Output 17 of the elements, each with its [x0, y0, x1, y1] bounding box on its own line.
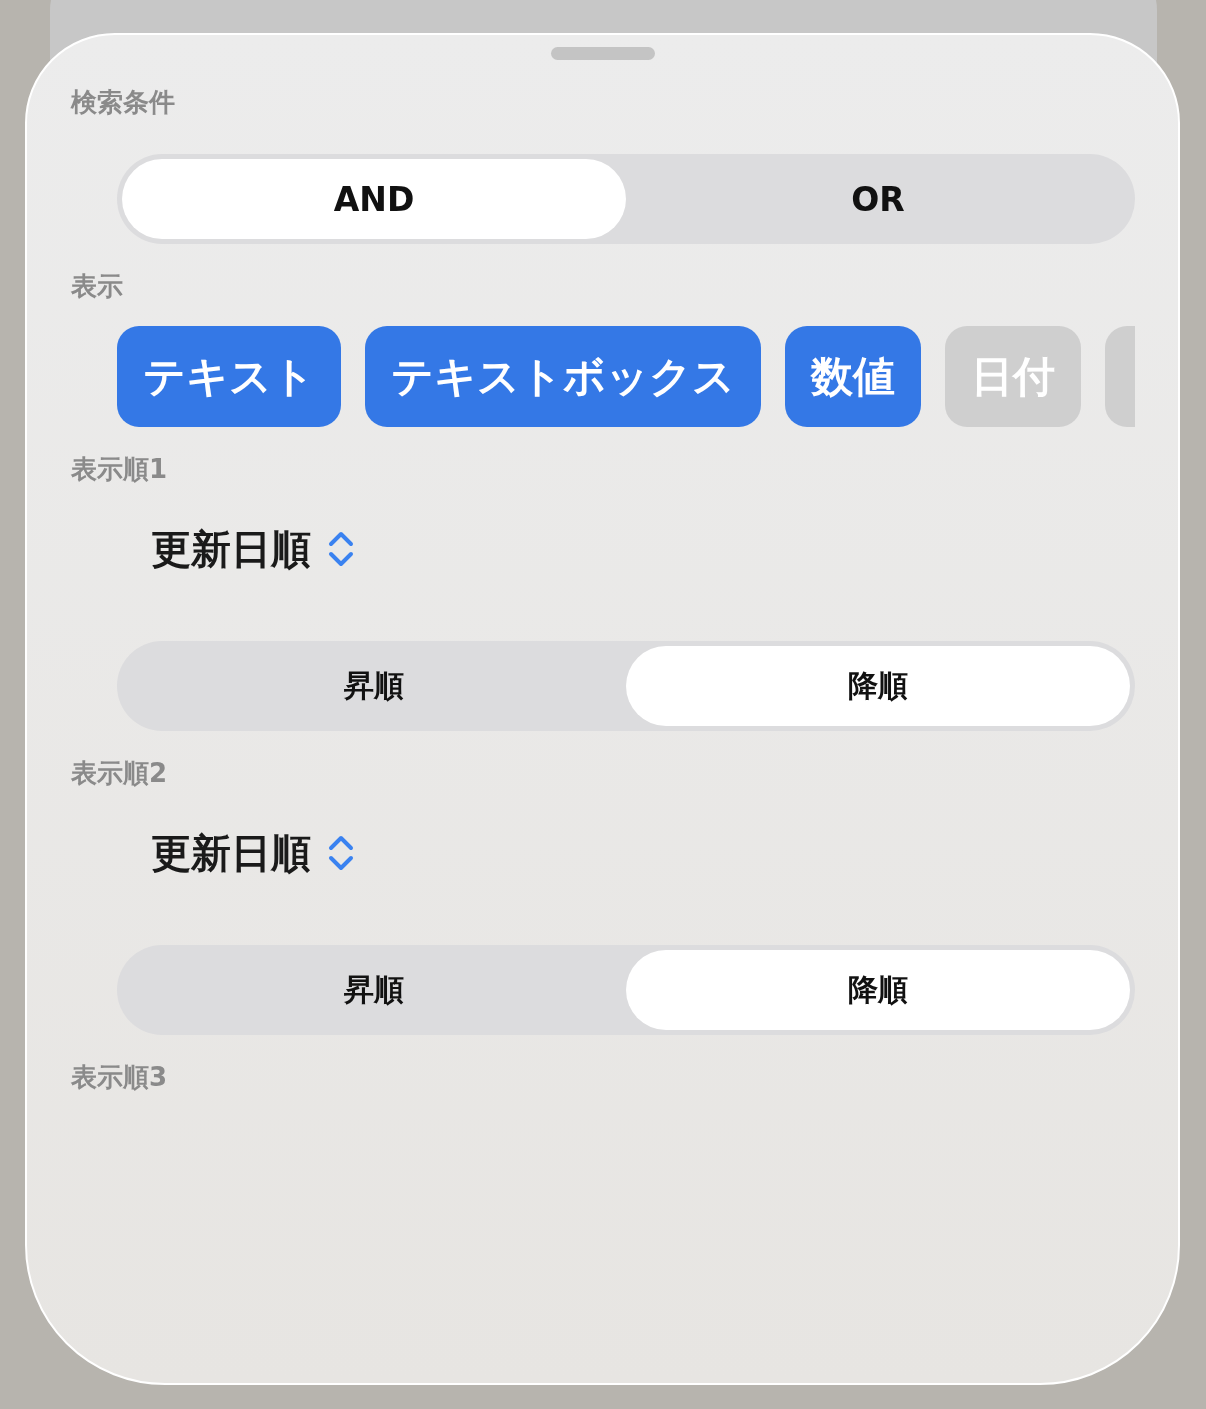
section-label: 表示順2	[71, 757, 169, 790]
segment-option[interactable]: 降順	[626, 646, 1130, 726]
section-label: 表示順1	[71, 453, 169, 486]
segment-option[interactable]: 昇順	[122, 646, 626, 726]
segment-option[interactable]: 降順	[626, 950, 1130, 1030]
segment-option[interactable]: OR	[626, 159, 1130, 239]
filter-chip[interactable]: テキストボックス	[365, 326, 761, 427]
filter-chip[interactable]: テキスト	[117, 326, 341, 427]
section-label: 表示順3	[71, 1061, 169, 1094]
section-label: 検索条件	[71, 86, 176, 119]
sheet-grabber[interactable]	[550, 47, 655, 60]
segment-option[interactable]: 昇順	[122, 950, 626, 1030]
sort-picker[interactable]: 更新日順	[151, 825, 311, 881]
segment-option[interactable]: AND	[122, 159, 626, 239]
filter-chip[interactable]: 数値	[785, 326, 921, 427]
sort-picker[interactable]: 更新日順	[151, 521, 311, 577]
section-label: 表示	[71, 270, 124, 303]
